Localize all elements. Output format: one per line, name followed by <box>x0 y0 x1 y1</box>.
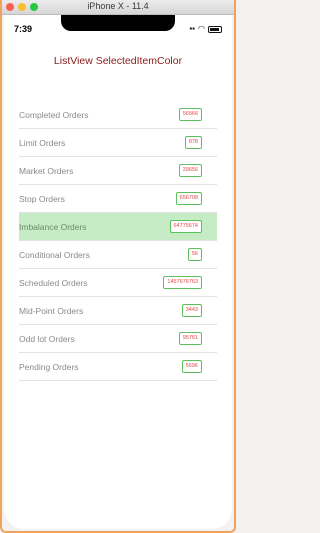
list-item[interactable]: Completed Orders 56566 <box>19 101 217 129</box>
status-icons: ▪▪ ◠ <box>189 25 222 33</box>
list-item-label: Scheduled Orders <box>19 277 88 288</box>
list-item-label: Market Orders <box>19 165 74 176</box>
status-time: 7:39 <box>14 24 33 34</box>
list-item-label: Completed Orders <box>19 109 89 120</box>
list-item-label: Limit Orders <box>19 137 66 148</box>
list-item-label: Mid-Point Orders <box>19 305 84 316</box>
list-item[interactable]: Pending Orders 5696 <box>19 353 217 381</box>
list-item-count-badge: 56 <box>187 248 202 261</box>
list-item[interactable]: Limit Orders 878 <box>19 129 217 157</box>
list-item-label: Conditional Orders <box>19 249 90 260</box>
list-item[interactable]: Stop Orders 656708 <box>19 185 217 213</box>
list-item-count-badge: 656708 <box>175 192 202 205</box>
device-screen: 7:39 ▪▪ ◠ ListView SelectedItemColor Com… <box>4 15 232 529</box>
list-item-count-badge: 56566 <box>178 108 202 121</box>
list-item-label: Pending Orders <box>19 361 79 372</box>
list-item-label: Stop Orders <box>19 193 65 204</box>
list-item[interactable]: Conditional Orders 56 <box>19 241 217 269</box>
wifi-icon: ◠ <box>198 24 205 33</box>
signal-icon: ▪▪ <box>189 24 196 33</box>
list-item[interactable]: Mid-Point Orders 3443 <box>19 297 217 325</box>
battery-icon <box>208 25 222 33</box>
list-item-count-badge: 95761 <box>178 332 202 345</box>
list-item-count-badge: 1457676763 <box>163 276 202 289</box>
device-notch <box>61 15 175 31</box>
list-item[interactable]: Imbalance Orders 64775674 <box>19 213 217 241</box>
list-item-count-badge: 878 <box>184 136 202 149</box>
orders-list: Completed Orders 56566 Limit Orders 878 Mark… <box>19 101 217 381</box>
list-item-count-badge: 39656 <box>178 164 202 177</box>
list-item-count-badge: 64775674 <box>169 220 202 233</box>
list-item-label: Odd lot Orders <box>19 333 75 344</box>
list-item-label: Imbalance Orders <box>19 221 87 232</box>
list-item-count-badge: 5696 <box>181 360 202 373</box>
list-item-count-badge: 3443 <box>181 304 202 317</box>
list-item[interactable]: Odd lot Orders 95761 <box>19 325 217 353</box>
list-item[interactable]: Scheduled Orders 1457676763 <box>19 269 217 297</box>
list-item[interactable]: Market Orders 39656 <box>19 157 217 185</box>
page-title: ListView SelectedItemColor <box>53 55 183 67</box>
